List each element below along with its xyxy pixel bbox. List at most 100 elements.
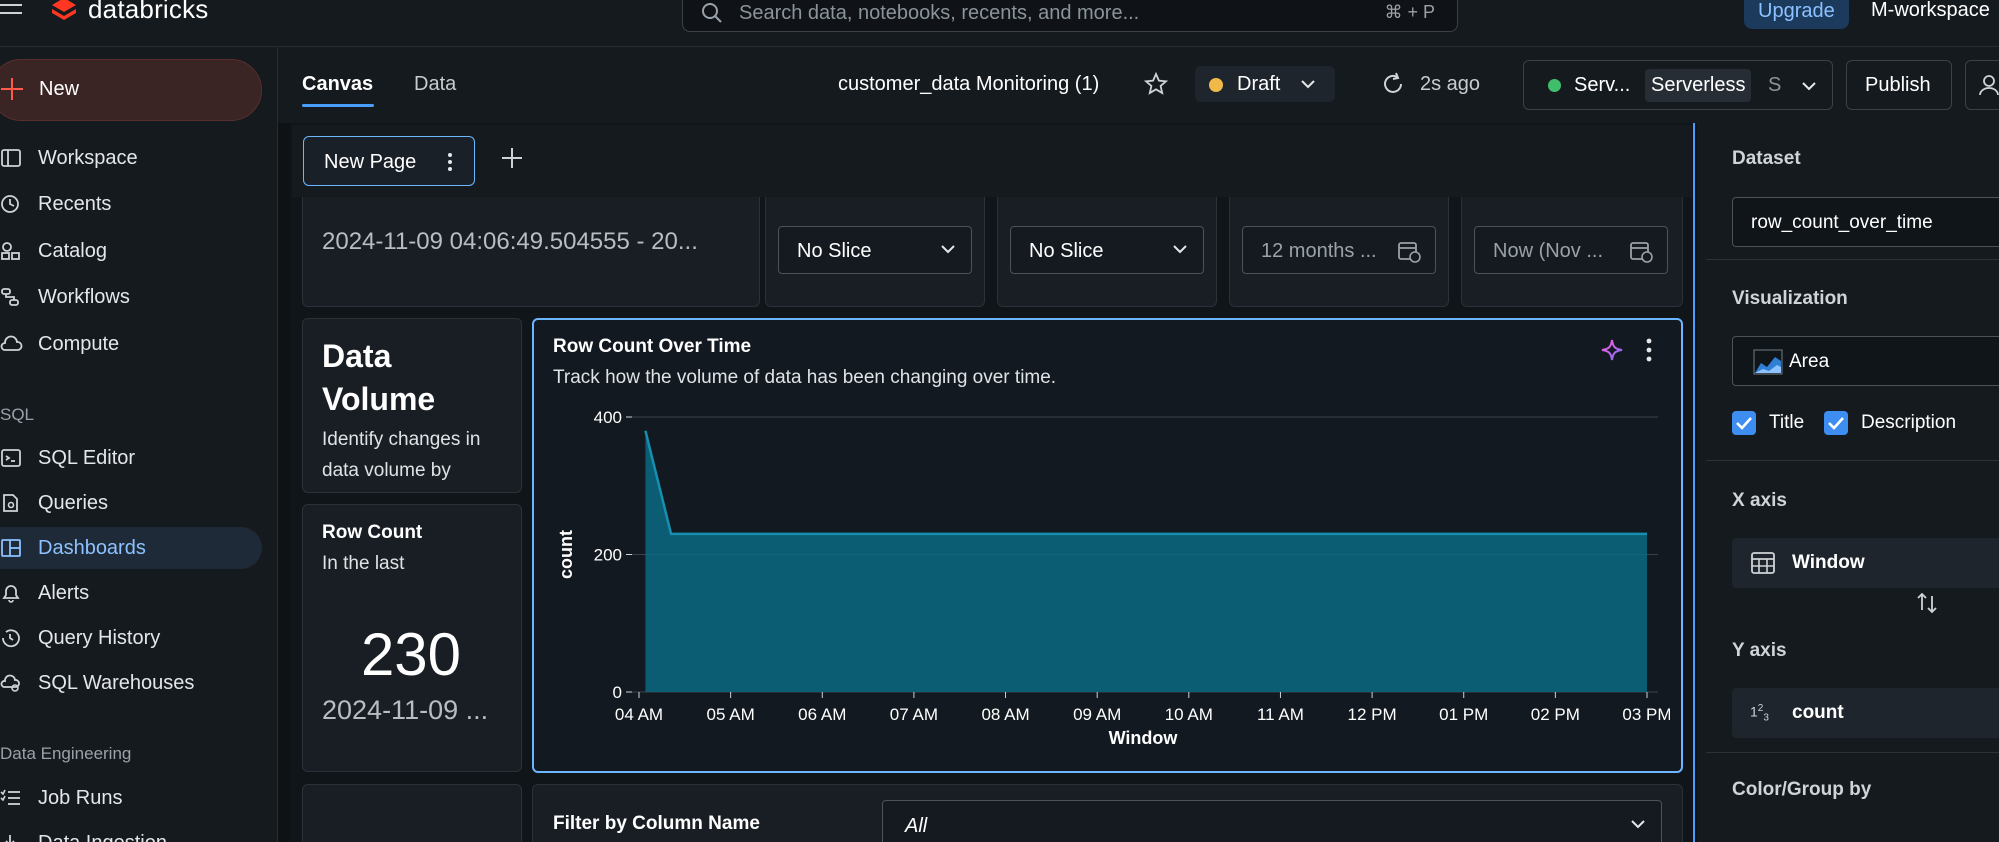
- slice-select-label: No Slice: [797, 240, 872, 262]
- add-page-icon[interactable]: [500, 146, 524, 170]
- visualization-label: Visualization: [1732, 288, 1848, 309]
- refresh-icon[interactable]: [1381, 72, 1405, 96]
- compute-selector[interactable]: Serv... Serverless S: [1523, 60, 1833, 110]
- page-tab-new-page[interactable]: New Page: [303, 136, 475, 186]
- date-to-picker[interactable]: Now (Nov ...: [1474, 226, 1668, 274]
- tab-canvas[interactable]: Canvas: [302, 73, 373, 96]
- column-filter-title: Filter by Column Name: [553, 813, 760, 834]
- warehouse-icon: [0, 674, 20, 692]
- workspace-switcher[interactable]: M-workspace: [1871, 0, 1990, 22]
- new-button-label: New: [39, 78, 80, 100]
- sidebar-item-label: Compute: [38, 332, 120, 355]
- description-checkbox-label: Description: [1861, 412, 1957, 433]
- top-bar: databricks Search data, notebooks, recen…: [0, 0, 1999, 47]
- x-tick-label: 09 AM: [1073, 705, 1121, 724]
- title-checkbox-label: Title: [1769, 412, 1805, 433]
- sidebar-item-data-ingestion[interactable]: Data Ingestion: [0, 822, 262, 842]
- dataset-select[interactable]: row_count_over_time: [1732, 197, 1999, 247]
- visualization-select[interactable]: Area: [1732, 336, 1999, 386]
- x-tick-label: 07 AM: [890, 705, 938, 724]
- menu-icon[interactable]: [0, 0, 26, 22]
- swap-axes-icon[interactable]: [1916, 592, 1938, 614]
- upgrade-button[interactable]: Upgrade: [1744, 0, 1849, 29]
- x-tick-label: 08 AM: [981, 705, 1029, 724]
- user-icon: [1979, 75, 1999, 96]
- last-refreshed-time: 2s ago: [1420, 73, 1481, 95]
- sidebar-item-catalog[interactable]: Catalog: [0, 230, 262, 272]
- sidebar-item-sql-editor[interactable]: SQL Editor: [0, 437, 262, 479]
- counter-title: Row Count: [322, 522, 423, 543]
- sidebar-item-dashboards[interactable]: Dashboards: [0, 527, 262, 569]
- sidebar-item-job-runs[interactable]: Job Runs: [0, 777, 262, 819]
- new-button[interactable]: New: [0, 59, 262, 121]
- bell-icon: [2, 585, 20, 603]
- chevron-down-icon: [1173, 245, 1187, 254]
- tab-data[interactable]: Data: [414, 73, 456, 96]
- sidebar-item-label: Data Ingestion: [38, 832, 167, 842]
- date-to-label: Now (Nov ...: [1493, 240, 1604, 262]
- ai-sparkle-icon[interactable]: [1600, 338, 1624, 362]
- kebab-icon[interactable]: [448, 152, 452, 172]
- share-button[interactable]: [1965, 60, 1999, 110]
- area-series-line: [644, 430, 1647, 536]
- compute-badge: Serverless: [1645, 69, 1752, 102]
- logo[interactable]: databricks: [50, 0, 209, 24]
- panel-divider: [1706, 460, 1999, 461]
- draft-status-label: Draft: [1237, 73, 1281, 95]
- sidebar-item-query-history[interactable]: Query History: [0, 617, 262, 659]
- sidebar-item-sql-warehouses[interactable]: SQL Warehouses: [0, 662, 262, 704]
- kebab-icon[interactable]: [1646, 338, 1652, 362]
- star-icon[interactable]: [1144, 72, 1168, 96]
- dashboard-title[interactable]: customer_data Monitoring (1): [838, 73, 1099, 96]
- column-filter-value: All: [905, 815, 928, 837]
- search-icon: [702, 3, 722, 23]
- y-axis-field[interactable]: 123 count: [1732, 688, 1999, 738]
- x-tick-label: 12 PM: [1348, 705, 1397, 724]
- sidebar-item-workspace[interactable]: Workspace: [0, 137, 262, 179]
- empty-widget: [302, 784, 522, 842]
- data-volume-description: Identify changes in data volume by: [322, 429, 481, 481]
- publish-button-label: Publish: [1865, 74, 1931, 96]
- history-icon: [2, 629, 20, 648]
- slice-select-2[interactable]: No Slice: [1010, 226, 1204, 274]
- chevron-down-icon: [1631, 820, 1645, 829]
- chevron-down-icon: [1802, 82, 1816, 91]
- search-input[interactable]: Search data, notebooks, recents, and mor…: [682, 0, 1458, 32]
- title-checkbox[interactable]: [1732, 411, 1756, 435]
- search-shortcut: ⌘ + P: [1384, 2, 1435, 22]
- dashboards-icon: [1, 539, 21, 557]
- compute-status-dot: [1548, 79, 1561, 92]
- counter-subtitle: In the last: [322, 553, 405, 574]
- page-tab-label: New Page: [324, 151, 417, 173]
- panel-divider: [1706, 752, 1999, 753]
- y-tick-label: 0: [613, 683, 622, 702]
- sidebar-item-label: Job Runs: [38, 786, 123, 809]
- chevron-down-icon: [941, 245, 955, 254]
- date-from-label: 12 months ...: [1261, 240, 1377, 262]
- clock-icon: [1, 195, 19, 213]
- sidebar-item-workflows[interactable]: Workflows: [0, 276, 262, 318]
- date-range-text: 2024-11-09 04:06:49.504555 - 20...: [322, 228, 698, 255]
- area-chart[interactable]: 0 200 400 04 AM 05 AM 06 AM 07 AM 08 AM 09 AM 10 …: [540, 395, 1670, 765]
- sidebar-item-queries[interactable]: Queries: [0, 482, 262, 524]
- compute-size: S: [1768, 74, 1782, 96]
- x-tick-label: 05 AM: [707, 705, 755, 724]
- logo-text: databricks: [88, 0, 209, 24]
- draft-status-dropdown[interactable]: Draft: [1195, 66, 1335, 102]
- sidebar-item-alerts[interactable]: Alerts: [0, 572, 262, 614]
- sidebar-item-label: Workflows: [38, 285, 130, 308]
- sidebar-item-compute[interactable]: Compute: [0, 323, 262, 365]
- column-filter-select[interactable]: All: [882, 800, 1662, 842]
- publish-button[interactable]: Publish: [1846, 60, 1952, 110]
- description-checkbox[interactable]: [1824, 411, 1848, 435]
- sidebar-section-sql: SQL: [0, 405, 35, 424]
- counter-value: 230: [360, 621, 462, 688]
- x-axis-field[interactable]: Window: [1732, 538, 1999, 588]
- slice-select-1[interactable]: No Slice: [778, 226, 972, 274]
- x-tick-label: 04 AM: [615, 705, 663, 724]
- y-axis-title: count: [556, 530, 576, 579]
- x-axis-title: Window: [1109, 728, 1179, 748]
- sidebar-item-recents[interactable]: Recents: [0, 183, 262, 225]
- x-axis-label: X axis: [1732, 490, 1787, 511]
- date-from-picker[interactable]: 12 months ...: [1242, 226, 1436, 274]
